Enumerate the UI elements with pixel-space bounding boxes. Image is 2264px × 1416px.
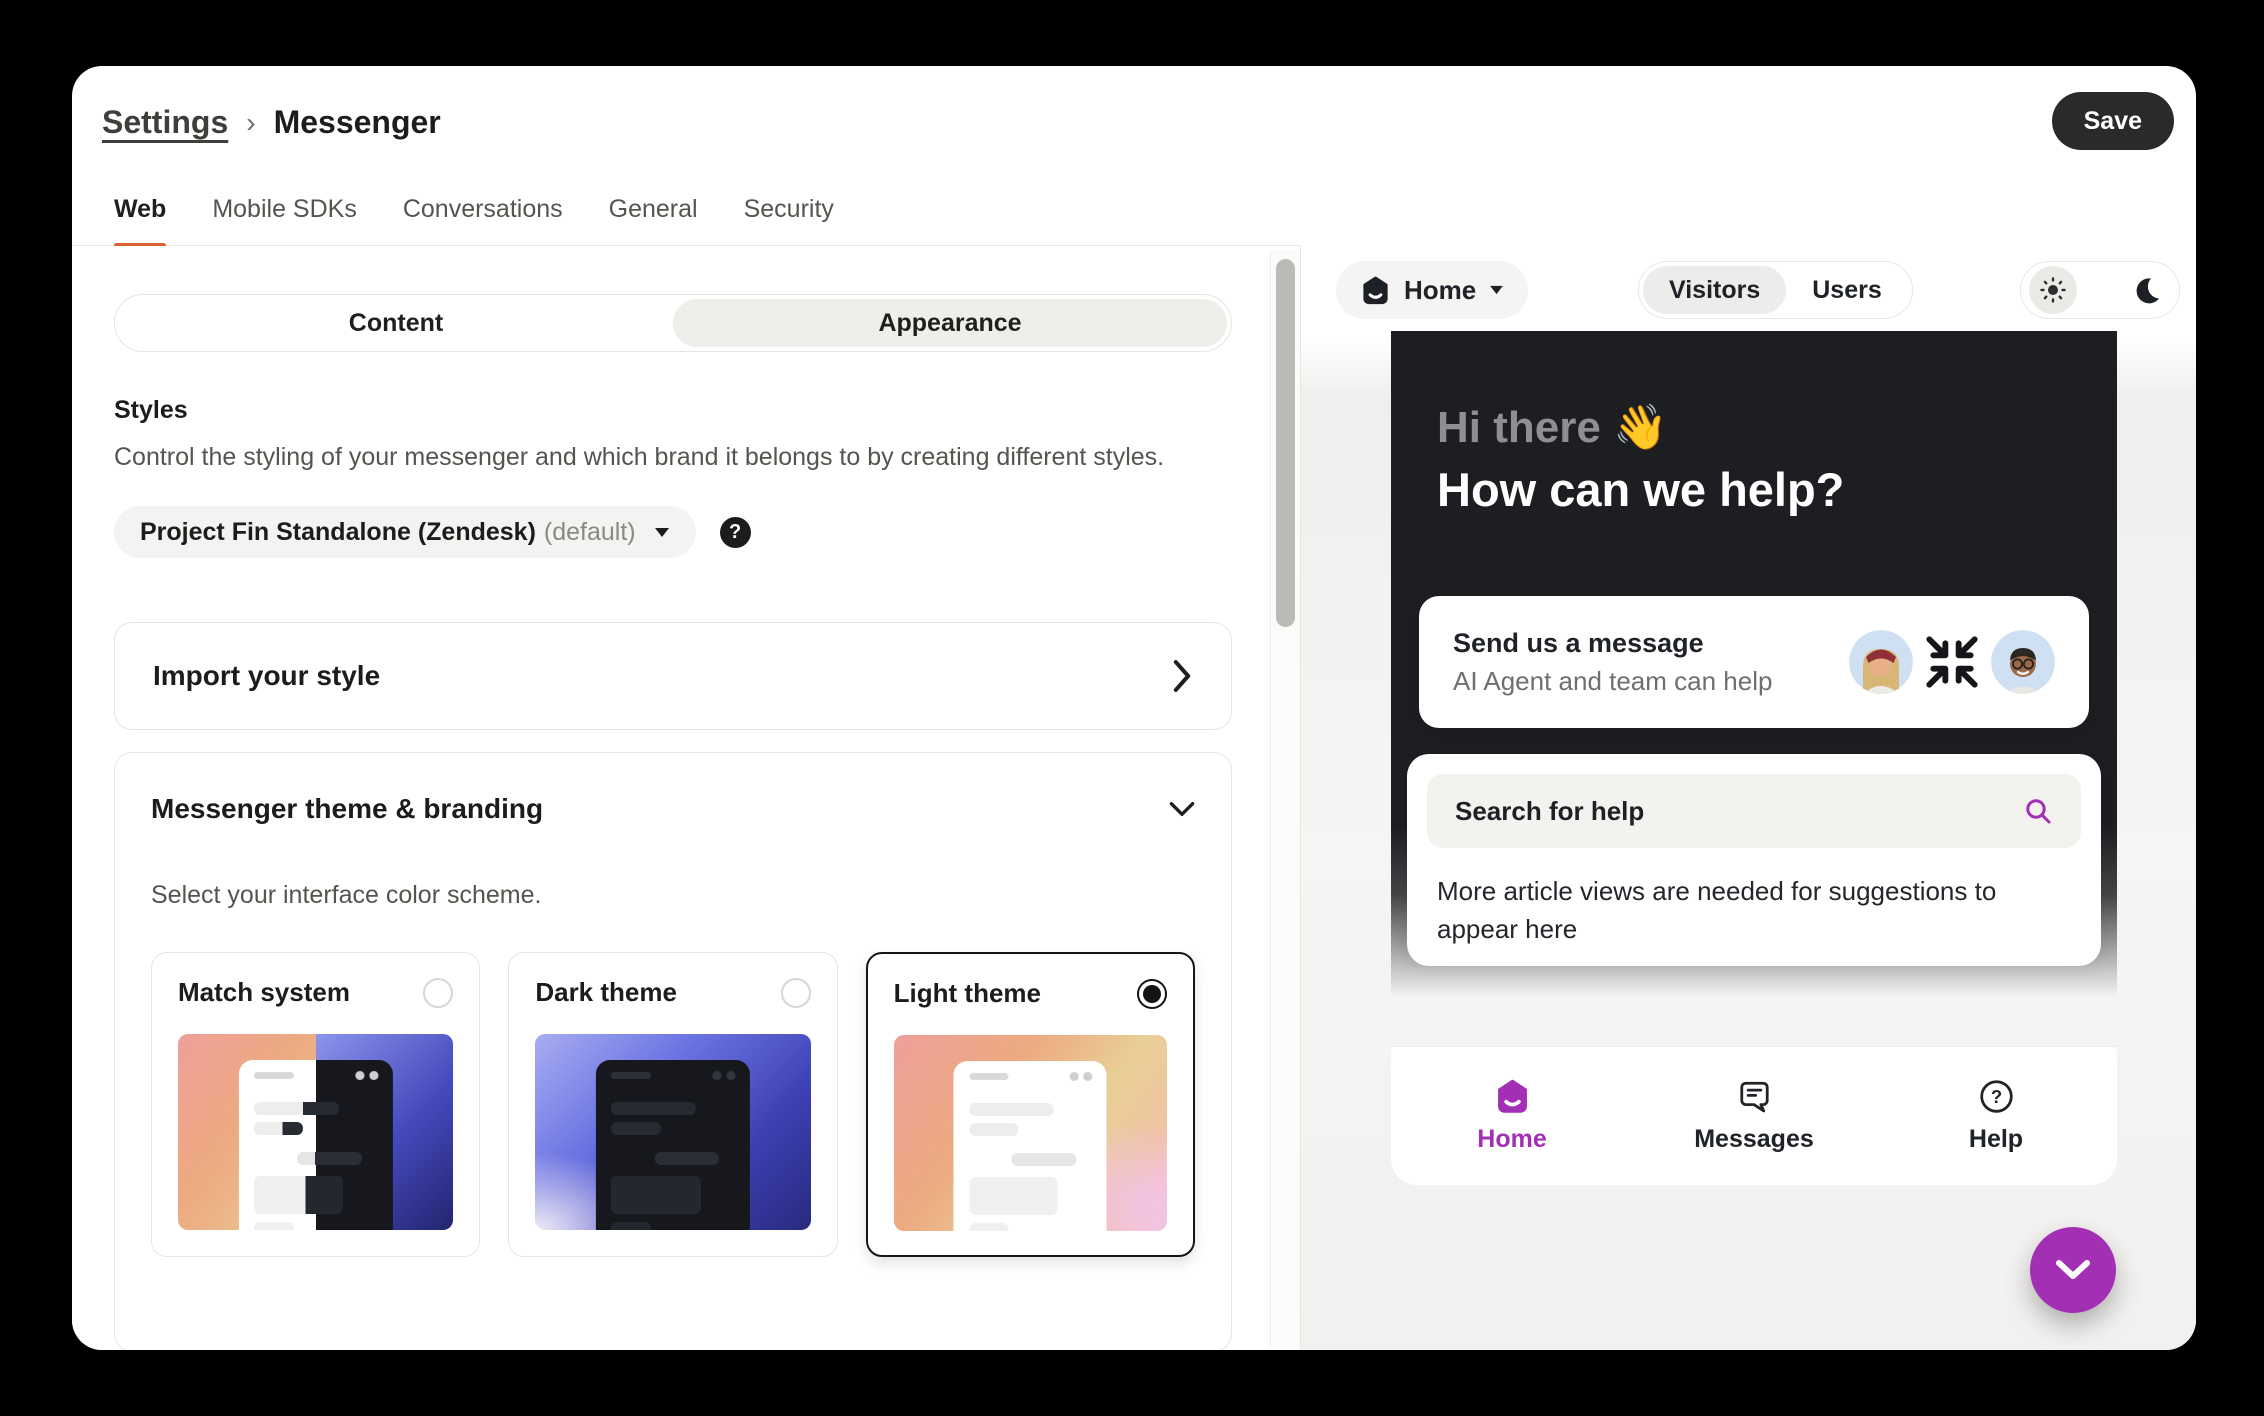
tab-conversations[interactable]: Conversations: [403, 192, 563, 245]
color-scheme-options: Match system Dark theme: [151, 952, 1195, 1257]
hero-greeting: Hi there 👋: [1437, 397, 1844, 459]
light-mode-button[interactable]: [2029, 266, 2077, 314]
option-match-system[interactable]: Match system: [151, 952, 480, 1257]
style-select-dropdown[interactable]: Project Fin Standalone (Zendesk) (defaul…: [114, 506, 696, 558]
segment-appearance[interactable]: Appearance: [673, 299, 1227, 347]
hero-title: How can we help?: [1437, 459, 1844, 521]
option-dark-theme[interactable]: Dark theme: [508, 952, 837, 1257]
breadcrumb-settings-link[interactable]: Settings: [102, 104, 228, 141]
left-panel-scrollbar: [1270, 250, 1300, 1346]
preview-screen-label: Home: [1404, 275, 1476, 306]
radio-match-system[interactable]: [423, 978, 453, 1008]
search-help-input[interactable]: Search for help: [1427, 774, 2081, 848]
light-dark-toggle: [2020, 261, 2180, 319]
audience-visitors[interactable]: Visitors: [1643, 266, 1786, 314]
tab-mobile-sdks[interactable]: Mobile SDKs: [212, 192, 357, 245]
tab-general[interactable]: General: [609, 192, 698, 245]
messages-icon: [1736, 1078, 1773, 1115]
theme-branding-card: Messenger theme & branding Select your i…: [114, 752, 1232, 1350]
dark-theme-thumbnail: [535, 1034, 810, 1230]
suggestions-hint: More article views are needed for sugges…: [1437, 872, 2071, 948]
sun-icon: [2039, 276, 2067, 304]
search-help-card: Search for help More article views are n…: [1407, 754, 2101, 966]
send-message-card[interactable]: Send us a message AI Agent and team can …: [1419, 596, 2089, 728]
chevron-down-icon: [1489, 285, 1504, 295]
settings-panel: Content Appearance Styles Control the st…: [72, 246, 1300, 1350]
messenger-nav-help[interactable]: ? Help: [1875, 1047, 2117, 1185]
scrollbar-thumb[interactable]: [1276, 259, 1295, 627]
chevron-down-icon: [2054, 1258, 2092, 1282]
audience-switch: Visitors Users: [1638, 261, 1913, 319]
import-style-card[interactable]: Import your style: [114, 622, 1232, 730]
nav-label: Home: [1477, 1125, 1546, 1154]
minimize-messenger-button[interactable]: [2030, 1227, 2116, 1313]
svg-text:?: ?: [1990, 1086, 2001, 1107]
messenger-preview-panel: Home Visitors Users Hi there 👋 How can w: [1300, 246, 2196, 1350]
styles-description: Control the styling of your messenger an…: [114, 439, 1174, 476]
option-label: Dark theme: [535, 977, 677, 1008]
breadcrumb: Settings › Messenger: [102, 104, 441, 141]
light-theme-thumbnail: [894, 1035, 1167, 1231]
option-label: Match system: [178, 977, 350, 1008]
settings-tabs: Web Mobile SDKs Conversations General Se…: [72, 192, 1300, 246]
search-icon: [2023, 796, 2053, 826]
collapse-chevron-icon: [1169, 801, 1195, 817]
radio-dark-theme[interactable]: [781, 978, 811, 1008]
chevron-right-icon: [1171, 659, 1193, 693]
color-scheme-subtitle: Select your interface color scheme.: [151, 881, 1195, 910]
segment-content[interactable]: Content: [119, 299, 673, 347]
match-system-thumbnail: [178, 1034, 453, 1230]
preview-screen-dropdown[interactable]: Home: [1336, 261, 1528, 319]
avatar-teammate-1: [1849, 630, 1913, 694]
moon-icon: [2133, 276, 2161, 304]
theme-branding-title: Messenger theme & branding: [151, 793, 543, 825]
messenger-nav-messages[interactable]: Messages: [1633, 1047, 1875, 1185]
radio-light-theme[interactable]: [1137, 979, 1167, 1009]
messenger-nav: Home Messages ? Help: [1391, 1046, 2117, 1185]
tab-security[interactable]: Security: [744, 192, 834, 245]
home-icon: [1494, 1078, 1531, 1115]
style-select-default-tag: (default): [544, 518, 636, 547]
send-message-subtitle: AI Agent and team can help: [1453, 666, 1772, 697]
option-light-theme[interactable]: Light theme: [866, 952, 1195, 1257]
breadcrumb-chevron-icon: ›: [246, 107, 255, 139]
intercom-logo-icon: [1360, 275, 1391, 306]
send-message-title: Send us a message: [1453, 628, 1772, 659]
chevron-down-icon: [654, 527, 670, 538]
style-select-value: Project Fin Standalone (Zendesk): [140, 518, 536, 547]
theme-branding-header[interactable]: Messenger theme & branding: [151, 793, 1195, 825]
page-title: Messenger: [274, 104, 441, 141]
audience-users[interactable]: Users: [1786, 266, 1908, 314]
nav-label: Help: [1969, 1125, 2023, 1154]
help-tooltip-icon[interactable]: ?: [720, 517, 751, 548]
settings-window: Settings › Messenger Save Web Mobile SDK…: [72, 66, 2196, 1350]
fin-ai-agent-icon: [1920, 630, 1984, 694]
search-placeholder: Search for help: [1455, 796, 2023, 827]
help-icon: ?: [1978, 1078, 2015, 1115]
content-appearance-switch: Content Appearance: [114, 294, 1232, 352]
tab-web[interactable]: Web: [114, 192, 166, 245]
save-button[interactable]: Save: [2052, 92, 2174, 150]
nav-label: Messages: [1694, 1125, 1814, 1154]
styles-heading: Styles: [114, 396, 1232, 425]
messenger-preview: Hi there 👋 How can we help? Send us a me…: [1391, 331, 2117, 1185]
import-style-label: Import your style: [153, 660, 380, 692]
dark-mode-button[interactable]: [2123, 266, 2171, 314]
option-label: Light theme: [894, 978, 1041, 1009]
teammate-avatars: [1849, 630, 2055, 694]
messenger-nav-home[interactable]: Home: [1391, 1047, 1633, 1185]
avatar-teammate-2: [1991, 630, 2055, 694]
